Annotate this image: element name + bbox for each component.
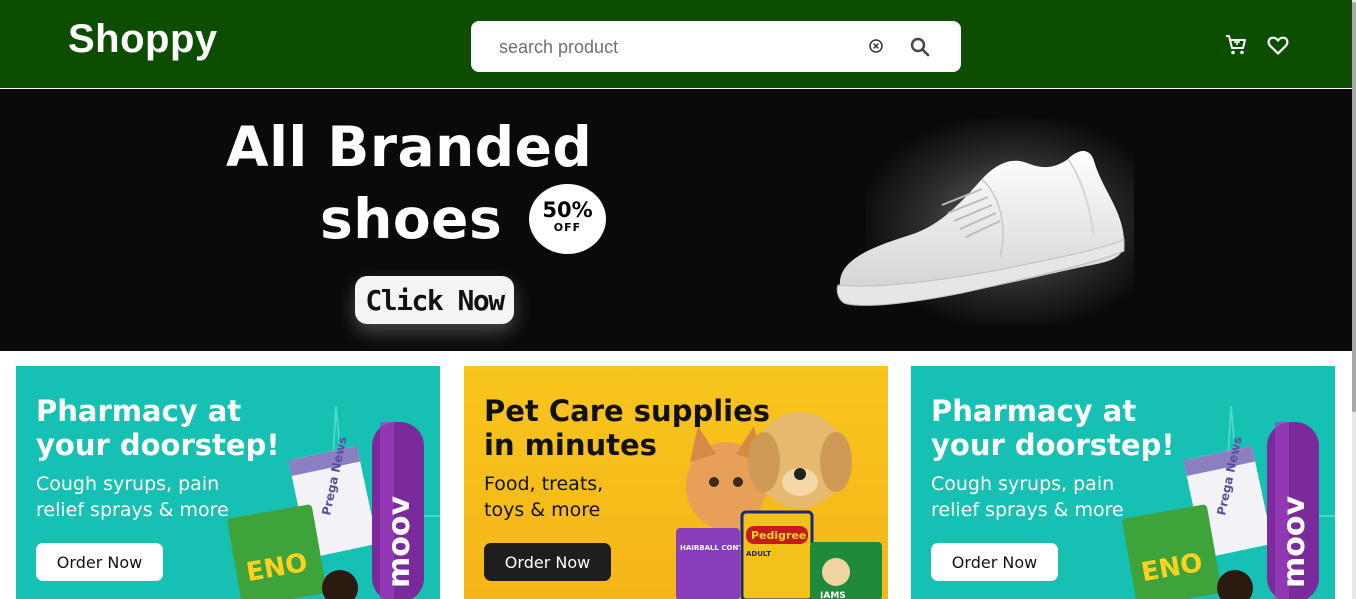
pet-care-title: Pet Care supplies in minutes	[484, 394, 771, 462]
pharmacy-subtitle: Cough syrups, pain relief sprays & more	[931, 473, 1124, 521]
adult-text: ADULT	[746, 550, 771, 558]
pedigree-text: Pedigree	[751, 529, 806, 542]
page-scrollbar-thumb[interactable]	[1352, 2, 1356, 412]
discount-label: OFF	[553, 221, 582, 234]
cart-icon[interactable]	[1224, 33, 1248, 57]
order-now-button[interactable]: Order Now	[36, 543, 163, 581]
pharmacy-promo-card[interactable]: Prega News ENO moov Pharmacy at your doo…	[16, 366, 440, 599]
pet-care-subtitle: Food, treats, toys & more	[484, 473, 604, 521]
search-input[interactable]	[497, 34, 831, 60]
iams-text: IAMS	[820, 591, 846, 599]
hero-headline: All Branded	[226, 115, 593, 179]
sneaker-image	[836, 151, 1125, 306]
discount-value: 50%	[542, 198, 593, 222]
search-icon[interactable]	[908, 35, 932, 59]
hero-banner[interactable]: All Branded shoes 50% OFF Click Now	[0, 89, 1352, 351]
click-now-button[interactable]: Click Now	[355, 276, 514, 324]
order-now-button[interactable]: Order Now	[484, 543, 611, 581]
top-header: Shoppy	[0, 0, 1352, 88]
moov-text: moov	[1277, 496, 1312, 588]
order-now-button[interactable]: Order Now	[931, 543, 1058, 581]
heart-icon[interactable]	[1266, 33, 1290, 57]
pharmacy-title: Pharmacy at your doorstep!	[36, 394, 280, 462]
clear-icon[interactable]	[868, 38, 884, 54]
pharmacy-subtitle: Cough syrups, pain relief sprays & more	[36, 473, 229, 521]
pet-care-promo-card[interactable]: HAIRBALL CONTROL Pedigree ADULT IAMS Pet…	[464, 366, 888, 599]
hero-subheadline: shoes	[320, 187, 503, 251]
moov-text: moov	[382, 496, 417, 588]
site-logo[interactable]: Shoppy	[68, 17, 218, 62]
pharmacy-title: Pharmacy at your doorstep!	[931, 394, 1175, 462]
pharmacy-promo-card-2[interactable]: Prega News ENO moov Pharmacy at your doo…	[911, 366, 1335, 599]
discount-badge: 50% OFF	[529, 184, 606, 254]
search-bar	[471, 21, 961, 72]
